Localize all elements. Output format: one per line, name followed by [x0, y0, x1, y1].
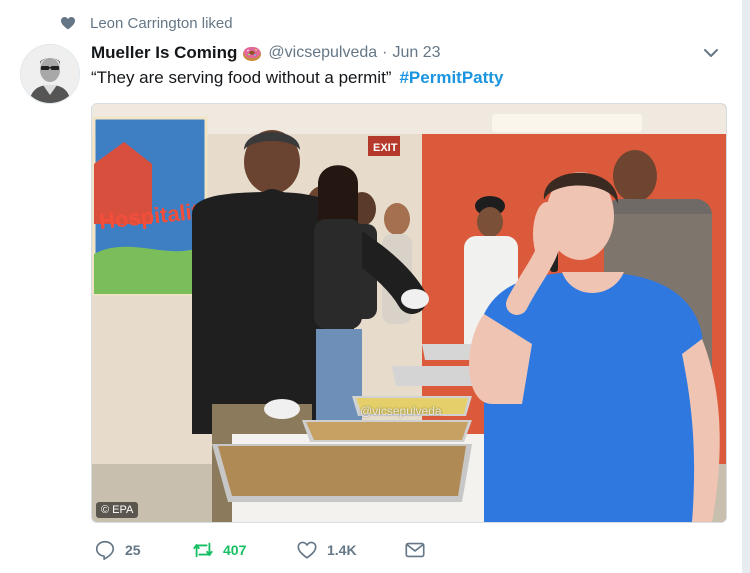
- reply-icon: [95, 540, 115, 560]
- photo-credit: © EPA: [96, 502, 139, 518]
- heart-outline-icon: [297, 541, 317, 559]
- tweet-date[interactable]: Jun 23: [393, 44, 441, 62]
- retweet-count: 407: [223, 542, 247, 558]
- like-count: 1.4K: [327, 542, 357, 558]
- tweet-text: “They are serving food without a permit”…: [91, 68, 503, 88]
- display-name[interactable]: Mueller Is Coming: [91, 43, 237, 63]
- tweet-actions: 25 407 1.4K: [94, 539, 426, 561]
- tweet-header: Mueller Is Coming @vicsepulveda · Jun 23: [91, 42, 441, 64]
- like-button[interactable]: 1.4K: [296, 539, 404, 561]
- user-handle[interactable]: @vicsepulveda: [268, 44, 377, 62]
- direct-message-button[interactable]: [404, 539, 426, 561]
- tweet-photo[interactable]: Hospitality EXIT @vicsepulveda © EPA: [91, 103, 727, 523]
- retweet-icon: [193, 542, 213, 558]
- photo-watermark: @vicsepulveda: [360, 404, 442, 418]
- social-context: Leon Carrington liked: [61, 13, 233, 33]
- chevron-down-icon[interactable]: [702, 44, 720, 62]
- exit-sign-text: EXIT: [373, 142, 398, 154]
- reply-button[interactable]: 25: [94, 539, 192, 561]
- photo-illustration: Hospitality EXIT: [92, 104, 726, 522]
- donut-emoji-icon: [243, 46, 262, 61]
- tweet-card[interactable]: Leon Carrington liked Mueller Is Coming …: [0, 0, 743, 573]
- separator: ·: [382, 44, 388, 61]
- reply-count: 25: [125, 542, 141, 558]
- hashtag-link[interactable]: #PermitPatty: [399, 68, 503, 87]
- tweet-body: “They are serving food without a permit”: [91, 68, 392, 87]
- retweet-button[interactable]: 407: [192, 539, 296, 561]
- envelope-icon: [405, 542, 425, 558]
- avatar[interactable]: [20, 44, 80, 104]
- heart-icon: [61, 17, 75, 30]
- context-text: Leon Carrington liked: [90, 14, 233, 32]
